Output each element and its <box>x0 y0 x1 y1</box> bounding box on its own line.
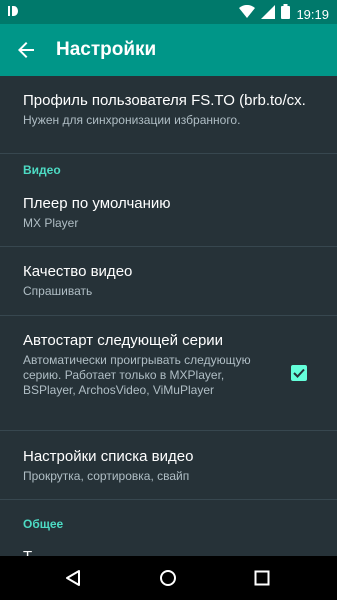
setting-default-player[interactable]: Плеер по умолчанию MX Player <box>23 195 327 231</box>
divider <box>0 499 337 500</box>
divider <box>0 315 337 316</box>
page-title: Настройки <box>56 39 157 60</box>
notification-icon <box>8 6 18 19</box>
section-header-general: Общее <box>23 517 64 531</box>
autostart-checkbox[interactable] <box>291 365 307 381</box>
setting-title: Качество видео <box>23 263 133 280</box>
divider <box>0 430 337 431</box>
setting-summary: Нужен для синхронизации избранного. <box>23 113 241 127</box>
home-circle-icon[interactable] <box>159 569 177 592</box>
setting-summary: Прокрутка, сортировка, свайп <box>23 469 190 483</box>
setting-summary: MX Player <box>23 216 79 230</box>
setting-summary: Автоматически проигрывать следующую сери… <box>23 353 251 397</box>
arrow-back-icon[interactable] <box>14 38 38 62</box>
setting-title: Автостарт следующей серии <box>23 332 224 349</box>
navigation-bar <box>0 556 337 600</box>
divider <box>0 246 337 247</box>
setting-title: Настройки списка видео <box>23 448 194 465</box>
status-bar: 19:19 <box>0 0 337 24</box>
setting-partial[interactable]: Т <box>23 548 327 556</box>
setting-summary: Спрашивать <box>23 284 93 298</box>
divider <box>0 153 337 154</box>
settings-list[interactable]: Профиль пользователя FS.TO (brb.to/cx. Н… <box>0 76 337 556</box>
setting-title: Плеер по умолчанию <box>23 195 171 212</box>
checkmark-icon <box>293 368 305 378</box>
setting-video-quality[interactable]: Качество видео Спрашивать <box>23 263 327 299</box>
setting-title: Профиль пользователя FS.TO (brb.to/cx. <box>23 92 306 109</box>
setting-profile[interactable]: Профиль пользователя FS.TO (brb.to/cx. Н… <box>23 92 327 128</box>
recents-square-icon[interactable] <box>254 570 270 591</box>
section-header-video: Видео <box>23 163 61 177</box>
setting-title: Т <box>23 548 327 556</box>
status-time: 19:19 <box>296 6 329 22</box>
wifi-icon <box>239 4 256 24</box>
back-triangle-icon[interactable] <box>64 569 82 592</box>
setting-autostart-next[interactable]: Автостарт следующей серии Автоматически … <box>23 332 267 398</box>
status-icons: 19:19 <box>239 4 329 24</box>
app-bar: Настройки <box>0 24 337 76</box>
battery-icon <box>281 4 291 24</box>
signal-icon <box>261 4 276 24</box>
setting-video-list[interactable]: Настройки списка видео Прокрутка, сортир… <box>23 448 327 484</box>
